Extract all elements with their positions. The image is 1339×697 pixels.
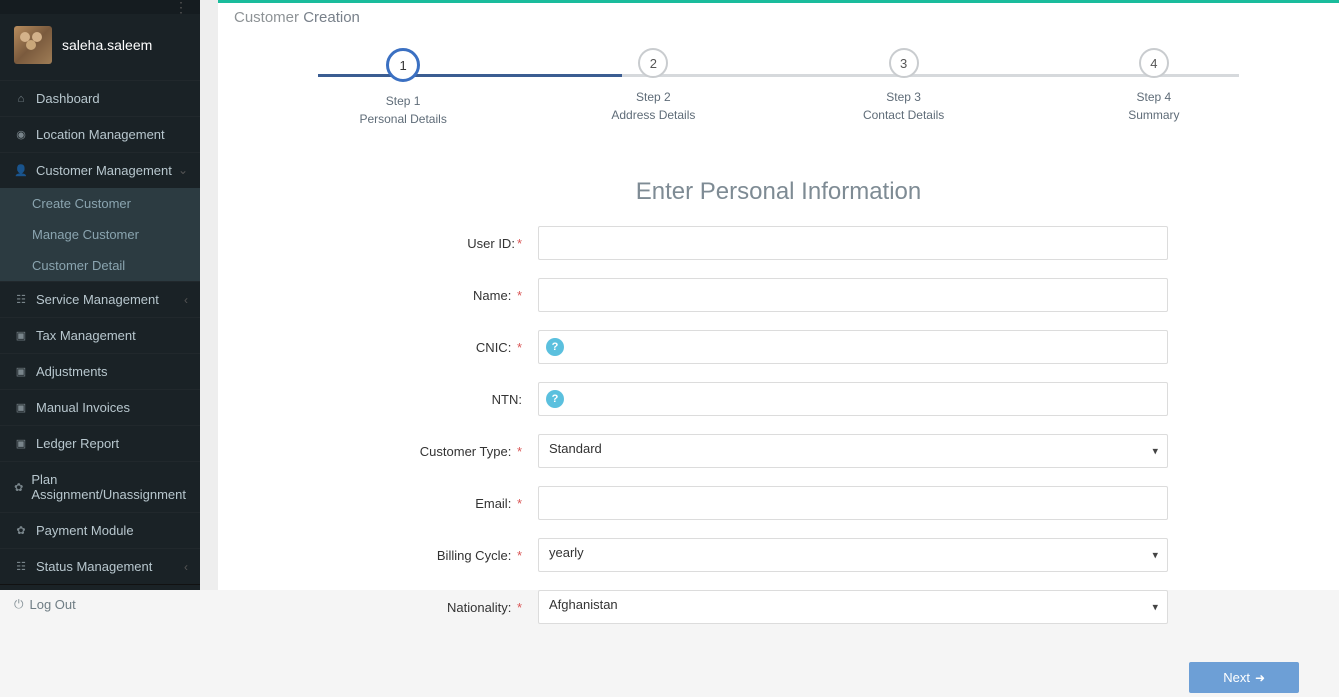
gear-icon: ✿ bbox=[14, 481, 23, 494]
power-icon: ⏻ bbox=[14, 597, 24, 612]
sidebar-item-label: Ledger Report bbox=[36, 436, 119, 451]
sitemap-icon: ☷ bbox=[14, 560, 28, 573]
sidebar-item-customer[interactable]: 👤 Customer Management bbox=[0, 153, 200, 188]
sidebar-item-label: Tax Management bbox=[36, 328, 136, 343]
home-icon: ⌂ bbox=[14, 93, 28, 105]
doc-icon: ▣ bbox=[14, 365, 28, 378]
step-title: Step 4 bbox=[1029, 88, 1279, 106]
main-panel: Customer Creation 1 Step 1Personal Detai… bbox=[218, 0, 1339, 590]
step-subtitle: Personal Details bbox=[278, 110, 528, 128]
email-input[interactable] bbox=[538, 486, 1168, 520]
sidebar-item-status[interactable]: ☷ Status Management bbox=[0, 549, 200, 584]
cnic-input[interactable] bbox=[538, 330, 1168, 364]
step-circle: 1 bbox=[386, 48, 420, 82]
logout-label: Log Out bbox=[30, 597, 76, 612]
globe-icon: ◉ bbox=[14, 128, 28, 141]
doc-icon: ▣ bbox=[14, 401, 28, 414]
sidebar-topbar: ⋮ bbox=[0, 0, 200, 14]
wizard-step-3[interactable]: 3 Step 3Contact Details bbox=[779, 48, 1029, 124]
sidebar-item-label: Plan Assignment/Unassignment bbox=[31, 472, 186, 502]
ntn-input[interactable] bbox=[538, 382, 1168, 416]
sidebar-item-label: Location Management bbox=[36, 127, 165, 142]
label-ntn: NTN: bbox=[258, 392, 538, 407]
step-title: Step 3 bbox=[779, 88, 1029, 106]
page-title: Customer Creation bbox=[234, 9, 1323, 26]
step-title: Step 2 bbox=[528, 88, 778, 106]
page-title-prefix: Customer bbox=[234, 9, 303, 26]
step-title: Step 1 bbox=[278, 92, 528, 110]
label-name: Name: * bbox=[258, 288, 538, 303]
step-circle: 4 bbox=[1139, 48, 1169, 78]
sidebar-item-service[interactable]: ☷ Service Management bbox=[0, 282, 200, 317]
sidebar-item-location[interactable]: ◉ Location Management bbox=[0, 117, 200, 152]
username: saleha.saleem bbox=[62, 37, 152, 53]
subnav-manage-customer[interactable]: Manage Customer bbox=[0, 219, 200, 250]
step-subtitle: Address Details bbox=[528, 106, 778, 124]
gear-icon: ✿ bbox=[14, 524, 28, 537]
nav: ⌂ Dashboard ◉ Location Management 👤 Custome… bbox=[0, 80, 200, 584]
user-id-input[interactable] bbox=[538, 226, 1168, 260]
sidebar-item-label: Customer Management bbox=[36, 163, 172, 178]
sidebar-item-adjustments[interactable]: ▣ Adjustments bbox=[0, 354, 200, 389]
arrow-right-icon: ➜ bbox=[1255, 671, 1265, 685]
sidebar-item-tax[interactable]: ▣ Tax Management bbox=[0, 318, 200, 353]
billing-cycle-select[interactable]: yearly bbox=[538, 538, 1168, 572]
step-subtitle: Summary bbox=[1029, 106, 1279, 124]
subnav-label: Manage Customer bbox=[32, 227, 139, 242]
sidebar-item-plan-assign[interactable]: ✿ Plan Assignment/Unassignment bbox=[0, 462, 200, 512]
sidebar-item-manual-invoices[interactable]: ▣ Manual Invoices bbox=[0, 390, 200, 425]
subnav-create-customer[interactable]: Create Customer bbox=[0, 188, 200, 219]
label-user-id: User ID:* bbox=[258, 236, 538, 251]
sidebar-item-payment[interactable]: ✿ Payment Module bbox=[0, 513, 200, 548]
content-gutter bbox=[200, 0, 218, 590]
form-heading: Enter Personal Information bbox=[258, 178, 1299, 206]
sidebar-item-label: Manual Invoices bbox=[36, 400, 130, 415]
subnav-label: Customer Detail bbox=[32, 258, 125, 273]
sidebar-item-label: Payment Module bbox=[36, 523, 134, 538]
menu-dots-icon[interactable]: ⋮ bbox=[174, 0, 188, 14]
subnav-label: Create Customer bbox=[32, 196, 131, 211]
wizard-step-2[interactable]: 2 Step 2Address Details bbox=[528, 48, 778, 124]
subnav-customer-detail[interactable]: Customer Detail bbox=[0, 250, 200, 281]
sidebar-item-ledger[interactable]: ▣ Ledger Report bbox=[0, 426, 200, 461]
user-block: saleha.saleem bbox=[0, 14, 200, 80]
customer-type-select[interactable]: Standard bbox=[538, 434, 1168, 468]
label-billing-cycle: Billing Cycle: * bbox=[258, 548, 538, 563]
sidebar: ⋮ saleha.saleem ⌂ Dashboard ◉ Location Man… bbox=[0, 0, 200, 590]
label-nationality: Nationality: * bbox=[258, 600, 538, 615]
doc-icon: ▣ bbox=[14, 437, 28, 450]
label-customer-type: Customer Type: * bbox=[258, 444, 538, 459]
sidebar-item-label: Dashboard bbox=[36, 91, 100, 106]
sidebar-item-dashboard[interactable]: ⌂ Dashboard bbox=[0, 81, 200, 116]
step-circle: 3 bbox=[889, 48, 919, 78]
nationality-select[interactable]: Afghanistan bbox=[538, 590, 1168, 624]
step-circle: 2 bbox=[638, 48, 668, 78]
name-input[interactable] bbox=[538, 278, 1168, 312]
wizard-step-4[interactable]: 4 Step 4Summary bbox=[1029, 48, 1279, 124]
sidebar-item-label: Adjustments bbox=[36, 364, 108, 379]
next-label: Next bbox=[1223, 670, 1250, 685]
sidebar-item-label: Status Management bbox=[36, 559, 152, 574]
sitemap-icon: ☷ bbox=[14, 293, 28, 306]
page-title-bold: Creation bbox=[303, 9, 360, 26]
avatar bbox=[14, 26, 52, 64]
wizard-step-1[interactable]: 1 Step 1Personal Details bbox=[278, 48, 528, 128]
logout-button[interactable]: ⏻ Log Out bbox=[0, 584, 200, 624]
sidebar-item-label: Service Management bbox=[36, 292, 159, 307]
label-email: Email: * bbox=[258, 496, 538, 511]
customer-subnav: Create Customer Manage Customer Customer… bbox=[0, 188, 200, 281]
wizard: 1 Step 1Personal Details 2 Step 2Address… bbox=[218, 42, 1339, 138]
label-cnic: CNIC: * bbox=[258, 340, 538, 355]
next-button[interactable]: Next ➜ bbox=[1189, 662, 1299, 693]
user-icon: 👤 bbox=[14, 164, 28, 177]
step-subtitle: Contact Details bbox=[779, 106, 1029, 124]
doc-icon: ▣ bbox=[14, 329, 28, 342]
